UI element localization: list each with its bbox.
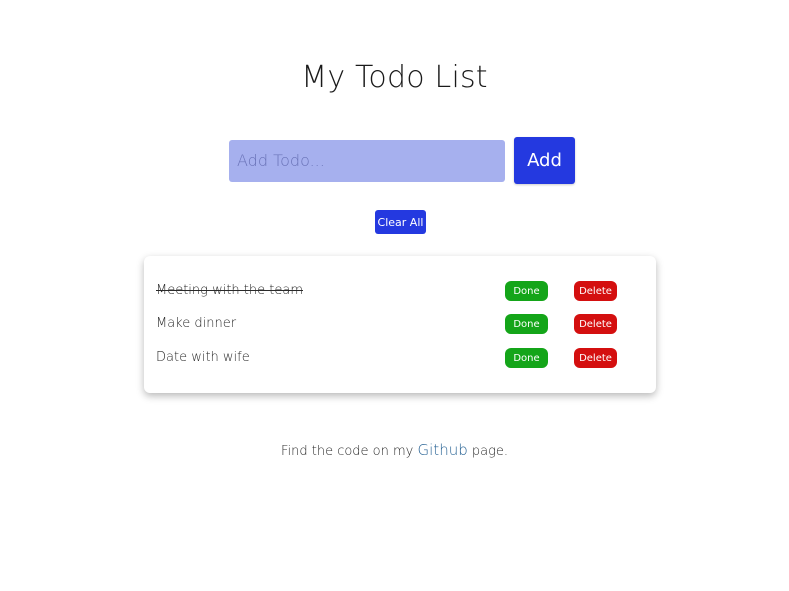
add-todo-input[interactable] — [229, 139, 505, 182]
footer-text: Find the code on my Github page. — [0, 441, 789, 459]
todo-item-text: Meeting with the team — [156, 283, 303, 298]
todo-app-page: My Todo List Add Clear All Meeting with … — [0, 0, 789, 591]
todo-item-text: Date with wife — [156, 350, 250, 365]
github-link[interactable]: Github — [418, 441, 468, 459]
footer-prefix: Find the code on my — [280, 444, 418, 459]
todo-list-card: Meeting with the team Done Delete Make d… — [144, 256, 656, 393]
footer-suffix: page. — [467, 444, 509, 459]
add-button[interactable]: Add — [514, 137, 575, 184]
todo-item-text: Make dinner — [156, 316, 237, 331]
todo-item: Meeting with the team Done Delete — [144, 281, 656, 303]
todo-item: Make dinner Done Delete — [144, 314, 656, 336]
page-title: My Todo List — [301, 60, 488, 96]
todo-item: Date with wife Done Delete — [144, 348, 656, 370]
done-button[interactable]: Done — [505, 314, 548, 334]
delete-button[interactable]: Delete — [574, 314, 617, 334]
done-button[interactable]: Done — [505, 281, 548, 301]
delete-button[interactable]: Delete — [574, 348, 617, 368]
delete-button[interactable]: Delete — [574, 281, 617, 301]
clear-all-button[interactable]: Clear All — [375, 210, 426, 234]
add-todo-form: Add — [229, 137, 575, 184]
done-button[interactable]: Done — [505, 348, 548, 368]
